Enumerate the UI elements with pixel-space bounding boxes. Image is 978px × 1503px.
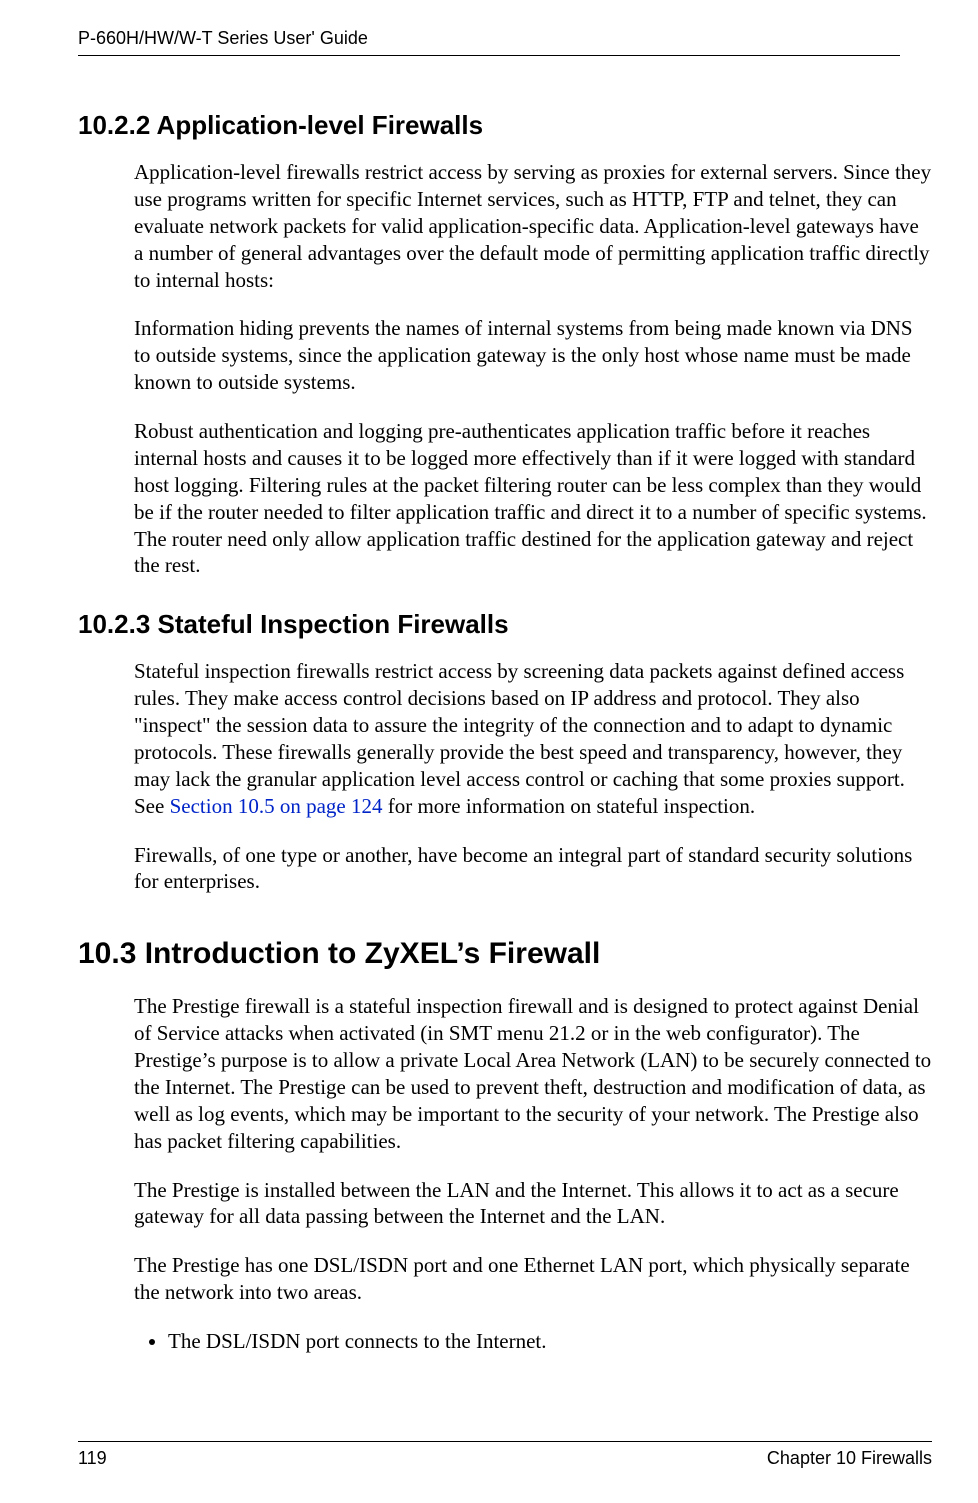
chapter-label: Chapter 10 Firewalls [767, 1448, 932, 1469]
running-title: P-660H/HW/W-T Series User' Guide [78, 28, 368, 48]
page-footer: 119 Chapter 10 Firewalls [78, 1441, 932, 1469]
bullet-list-10-3: The DSL/ISDN port connects to the Intern… [134, 1328, 932, 1355]
page-content: 10.2.2 Application-level Firewalls Appli… [78, 80, 932, 1377]
para-10-2-3-1-post: for more information on stateful inspect… [382, 794, 755, 818]
heading-10-2-2: 10.2.2 Application-level Firewalls [78, 110, 932, 141]
heading-10-2-3: 10.2.3 Stateful Inspection Firewalls [78, 609, 932, 640]
para-10-2-2-2: Information hiding prevents the names of… [134, 315, 932, 396]
para-10-3-3: The Prestige has one DSL/ISDN port and o… [134, 1252, 932, 1306]
para-10-3-1: The Prestige firewall is a stateful insp… [134, 993, 932, 1154]
xref-section-10-5[interactable]: Section 10.5 on page 124 [170, 794, 383, 818]
page-number: 119 [78, 1448, 107, 1469]
bullet-10-3-1: The DSL/ISDN port connects to the Intern… [168, 1328, 932, 1355]
para-10-3-2: The Prestige is installed between the LA… [134, 1177, 932, 1231]
page: P-660H/HW/W-T Series User' Guide 10.2.2 … [0, 0, 978, 1503]
heading-10-3: 10.3 Introduction to ZyXEL’s Firewall [78, 937, 932, 971]
para-10-2-2-1: Application-level firewalls restrict acc… [134, 159, 932, 293]
para-10-2-3-1: Stateful inspection firewalls restrict a… [134, 658, 932, 819]
para-10-2-2-3: Robust authentication and logging pre-au… [134, 418, 932, 579]
running-header: P-660H/HW/W-T Series User' Guide [78, 28, 900, 56]
para-10-2-3-2: Firewalls, of one type or another, have … [134, 842, 932, 896]
